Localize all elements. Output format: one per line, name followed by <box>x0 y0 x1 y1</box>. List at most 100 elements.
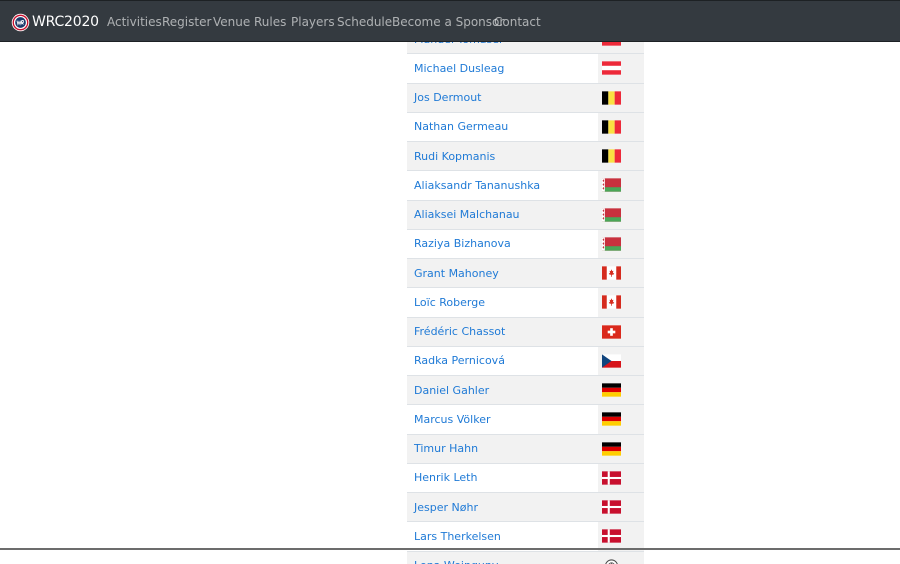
player-link[interactable]: Henrik Leth <box>414 471 477 484</box>
player-name-cell: Marcus Völker <box>407 405 598 434</box>
czechia-flag-icon <box>602 354 621 368</box>
player-link[interactable]: Daniel Gahler <box>414 384 489 397</box>
player-flag-cell <box>598 288 644 317</box>
denmark-flag-icon <box>602 471 621 485</box>
nav-register[interactable]: Register <box>162 15 211 29</box>
player-link[interactable]: Aliaksandr Tananushka <box>414 179 540 192</box>
nav-players[interactable]: Players <box>291 15 335 29</box>
germany-flag-icon <box>602 383 621 397</box>
nav-activities[interactable]: Activities <box>107 15 162 29</box>
player-link[interactable]: Aliaksei Malchanau <box>414 208 520 221</box>
player-row: Aliaksandr Tananushka <box>407 171 644 200</box>
player-name-cell: Aliaksandr Tananushka <box>407 171 598 200</box>
player-name-cell: Raziya Bizhanova <box>407 229 598 258</box>
player-row: Jesper Nøhr <box>407 493 644 522</box>
player-name-cell: Jesper Nøhr <box>407 493 598 522</box>
player-name-cell: Loïc Roberge <box>407 288 598 317</box>
player-flag-cell <box>598 434 644 463</box>
player-flag-cell <box>598 142 644 171</box>
player-link[interactable]: Jesper Nøhr <box>414 501 478 514</box>
player-link[interactable]: Michael Dusleag <box>414 62 504 75</box>
player-link[interactable]: Loïc Roberge <box>414 296 485 309</box>
belgium-flag-icon <box>602 149 621 163</box>
wrc-logo-icon <box>11 13 30 32</box>
player-name-cell: Lars Therkelsen <box>407 522 598 551</box>
player-row: Michael Dusleag <box>407 54 644 83</box>
player-flag-cell <box>598 171 644 200</box>
nav-rules[interactable]: Rules <box>254 15 286 29</box>
player-row: Loïc Roberge <box>407 288 644 317</box>
denmark-flag-icon <box>602 500 621 514</box>
player-flag-cell <box>598 346 644 375</box>
player-flag-cell <box>598 112 644 141</box>
player-link[interactable]: Rudi Kopmanis <box>414 150 495 163</box>
top-navbar: WRC2020 Activities Register Venue Rules … <box>0 0 900 42</box>
player-name-cell: Michael Dusleag <box>407 54 598 83</box>
player-row: Marcus Völker <box>407 405 644 434</box>
nav-venue[interactable]: Venue <box>213 15 250 29</box>
nav-schedule[interactable]: Schedule <box>337 15 392 29</box>
player-name-cell: Frédéric Chassot <box>407 317 598 346</box>
player-name-cell: Henrik Leth <box>407 463 598 492</box>
player-flag-cell <box>598 259 644 288</box>
player-link[interactable]: Frédéric Chassot <box>414 325 505 338</box>
belgium-flag-icon <box>602 91 621 105</box>
player-link[interactable]: Timur Hahn <box>414 442 478 455</box>
player-link[interactable]: Grant Mahoney <box>414 267 499 280</box>
switzerland-flag-icon <box>602 325 621 339</box>
player-flag-cell <box>598 463 644 492</box>
player-link[interactable]: Lars Therkelsen <box>414 530 501 543</box>
player-row: Aliaksei Malchanau <box>407 200 644 229</box>
player-link[interactable]: Nathan Germeau <box>414 120 508 133</box>
player-name-cell: Lena Weinguny <box>407 551 598 564</box>
player-flag-cell <box>598 522 644 551</box>
player-flag-cell <box>598 83 644 112</box>
player-name-cell: Aliaksei Malchanau <box>407 200 598 229</box>
players-table-container[interactable]: Manuel TomaserMichael DusleagJos Dermout… <box>407 24 644 564</box>
player-row: Frédéric Chassot <box>407 317 644 346</box>
player-flag-cell <box>598 405 644 434</box>
player-row: Nathan Germeau <box>407 112 644 141</box>
player-row: Henrik Leth <box>407 463 644 492</box>
player-name-cell: Radka Pernicová <box>407 346 598 375</box>
player-name-cell: Daniel Gahler <box>407 376 598 405</box>
player-flag-cell <box>598 54 644 83</box>
player-row: Radka Pernicová <box>407 346 644 375</box>
belarus-flag-icon <box>602 237 621 251</box>
denmark-flag-icon <box>602 529 621 543</box>
player-row: Jos Dermout <box>407 83 644 112</box>
player-row: Grant Mahoney <box>407 259 644 288</box>
player-flag-cell <box>598 200 644 229</box>
brand-link[interactable]: WRC2020 <box>11 12 99 32</box>
player-link[interactable]: Radka Pernicová <box>414 354 505 367</box>
belarus-flag-icon <box>602 178 621 192</box>
player-row: Lars Therkelsen <box>407 522 644 551</box>
canada-flag-icon <box>602 295 621 309</box>
player-flag-cell <box>598 493 644 522</box>
nav-become-a-sponsor[interactable]: Become a Sponsor <box>392 15 504 29</box>
canada-flag-icon <box>602 266 621 280</box>
player-row: Rudi Kopmanis <box>407 142 644 171</box>
nav-contact[interactable]: Contact <box>494 15 541 29</box>
germany-flag-icon <box>602 412 621 426</box>
player-flag-cell <box>598 376 644 405</box>
players-table-body: Manuel TomaserMichael DusleagJos Dermout… <box>407 25 644 564</box>
player-link[interactable]: Lena Weinguny <box>414 559 498 564</box>
player-flag-cell <box>598 229 644 258</box>
player-row: Daniel Gahler <box>407 376 644 405</box>
player-link[interactable]: Jos Dermout <box>414 91 482 104</box>
player-link[interactable]: Marcus Völker <box>414 413 490 426</box>
austria-flag-icon <box>602 61 621 75</box>
belarus-flag-icon <box>602 208 621 222</box>
player-row: Timur Hahn <box>407 434 644 463</box>
player-row: Raziya Bizhanova <box>407 229 644 258</box>
brand-name: WRC2020 <box>32 14 99 30</box>
player-row: Lena Weinguny <box>407 551 644 564</box>
germany-flag-icon <box>602 442 621 456</box>
players-table: Manuel TomaserMichael DusleagJos Dermout… <box>407 24 644 564</box>
player-name-cell: Grant Mahoney <box>407 259 598 288</box>
player-flag-cell <box>598 317 644 346</box>
player-link[interactable]: Raziya Bizhanova <box>414 237 511 250</box>
player-flag-cell <box>598 551 644 564</box>
belgium-flag-icon <box>602 120 621 134</box>
